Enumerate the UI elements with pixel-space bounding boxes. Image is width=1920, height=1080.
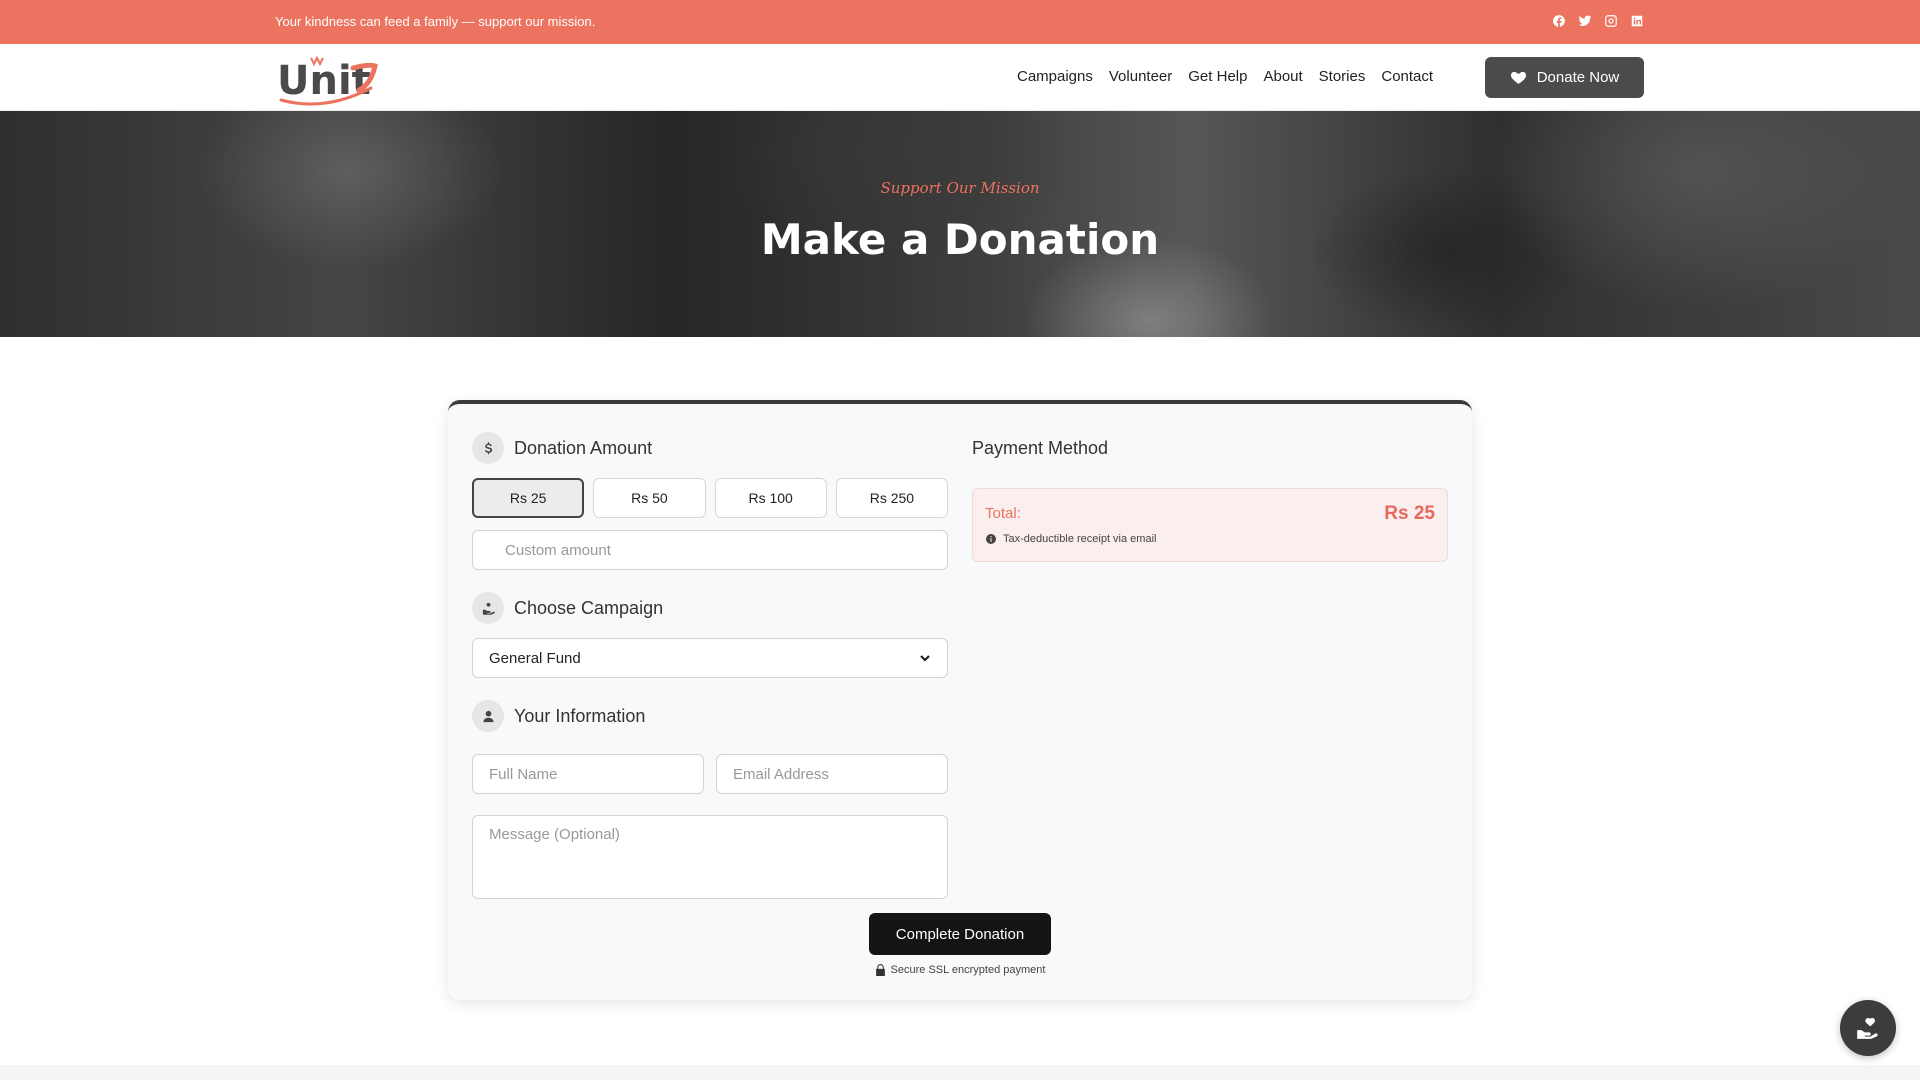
amount-option-250[interactable]: Rs 250 — [835, 478, 949, 518]
email-input[interactable]: Email Address — [716, 754, 948, 794]
footer-strip — [0, 1065, 1920, 1080]
amount-option-100[interactable]: Rs 100 — [714, 478, 827, 518]
page-title: Make a Donation — [760, 215, 1160, 264]
campaign-select[interactable]: General Fund — [472, 638, 948, 678]
social-links — [1551, 13, 1645, 29]
site-logo[interactable]: Unit — [275, 50, 385, 106]
secure-payment-note: Secure SSL encrypted payment — [448, 964, 1472, 976]
heart-icon — [1510, 71, 1526, 84]
donation-amount-title: Donation Amount — [514, 437, 653, 458]
choose-campaign-header: Choose Campaign — [472, 592, 948, 624]
nav-link-get-help[interactable]: Get Help — [1188, 68, 1247, 85]
receipt-note: Tax-deductible receipt via email — [985, 533, 1156, 545]
dollar-icon — [472, 432, 504, 464]
receipt-note-text: Tax-deductible receipt via email — [1003, 533, 1157, 545]
contact-fields-row: Full Name Email Address — [472, 754, 948, 794]
message-textarea[interactable]: Message (Optional) — [472, 815, 948, 899]
hand-heart-icon — [1857, 1017, 1878, 1039]
top-announcement-bar: Your kindness can feed a family — suppor… — [0, 0, 1920, 44]
nav-links: Campaigns Volunteer Get Help About Stori… — [1017, 68, 1433, 85]
amount-option-50[interactable]: Rs 50 — [593, 478, 706, 518]
donate-now-label: Donate Now — [1536, 69, 1620, 86]
announcement-text: Your kindness can feed a family — suppor… — [275, 14, 596, 29]
custom-amount-input[interactable]: Custom amount — [472, 530, 948, 570]
user-icon — [472, 700, 504, 732]
instagram-icon[interactable] — [1603, 13, 1619, 29]
nav-link-contact[interactable]: Contact — [1381, 68, 1433, 85]
nav-link-volunteer[interactable]: Volunteer — [1109, 68, 1172, 85]
your-information-header: Your Information — [472, 700, 948, 732]
campaign-select-value: General Fund — [489, 649, 581, 667]
twitter-icon[interactable] — [1577, 13, 1593, 29]
your-information-title: Your Information — [514, 705, 646, 726]
hand-heart-icon — [472, 592, 504, 624]
nav-link-stories[interactable]: Stories — [1319, 68, 1366, 85]
info-icon — [986, 534, 996, 544]
complete-donation-button[interactable]: Complete Donation — [869, 913, 1051, 955]
donate-now-button[interactable]: Donate Now — [1485, 57, 1644, 98]
full-name-input[interactable]: Full Name — [472, 754, 704, 794]
total-amount: Rs 25 — [1384, 503, 1435, 524]
amount-options: Rs 25 Rs 50 Rs 100 Rs 250 — [472, 478, 949, 518]
payment-method-title: Payment Method — [972, 438, 1109, 458]
amount-option-25[interactable]: Rs 25 — [472, 478, 585, 518]
hero-banner: Support Our Mission Make a Donation — [0, 111, 1920, 337]
payment-column: Payment Method Total: Rs 25 Tax-deductib… — [972, 432, 1448, 562]
floating-donate-button[interactable] — [1840, 1000, 1896, 1056]
total-summary-box: Total: Rs 25 Tax-deductible receipt via … — [972, 488, 1448, 562]
main-navigation: Unit Campaigns Volunteer Get Help About … — [0, 44, 1920, 111]
total-label: Total: — [985, 505, 1021, 522]
hero-eyebrow: Support Our Mission — [880, 179, 1040, 197]
secure-payment-text: Secure SSL encrypted payment — [890, 964, 1046, 976]
nav-link-campaigns[interactable]: Campaigns — [1017, 68, 1093, 85]
donation-amount-header: Donation Amount — [472, 432, 948, 464]
linkedin-icon[interactable] — [1629, 13, 1645, 29]
chevron-down-icon — [920, 655, 930, 662]
choose-campaign-title: Choose Campaign — [514, 597, 664, 618]
facebook-icon[interactable] — [1551, 13, 1567, 29]
nav-link-about[interactable]: About — [1263, 68, 1302, 85]
lock-icon — [875, 964, 885, 976]
donation-form-left-column: Donation Amount Rs 25 Rs 50 Rs 100 Rs 25… — [472, 432, 949, 899]
donation-form-card: Donation Amount Rs 25 Rs 50 Rs 100 Rs 25… — [448, 400, 1472, 1000]
